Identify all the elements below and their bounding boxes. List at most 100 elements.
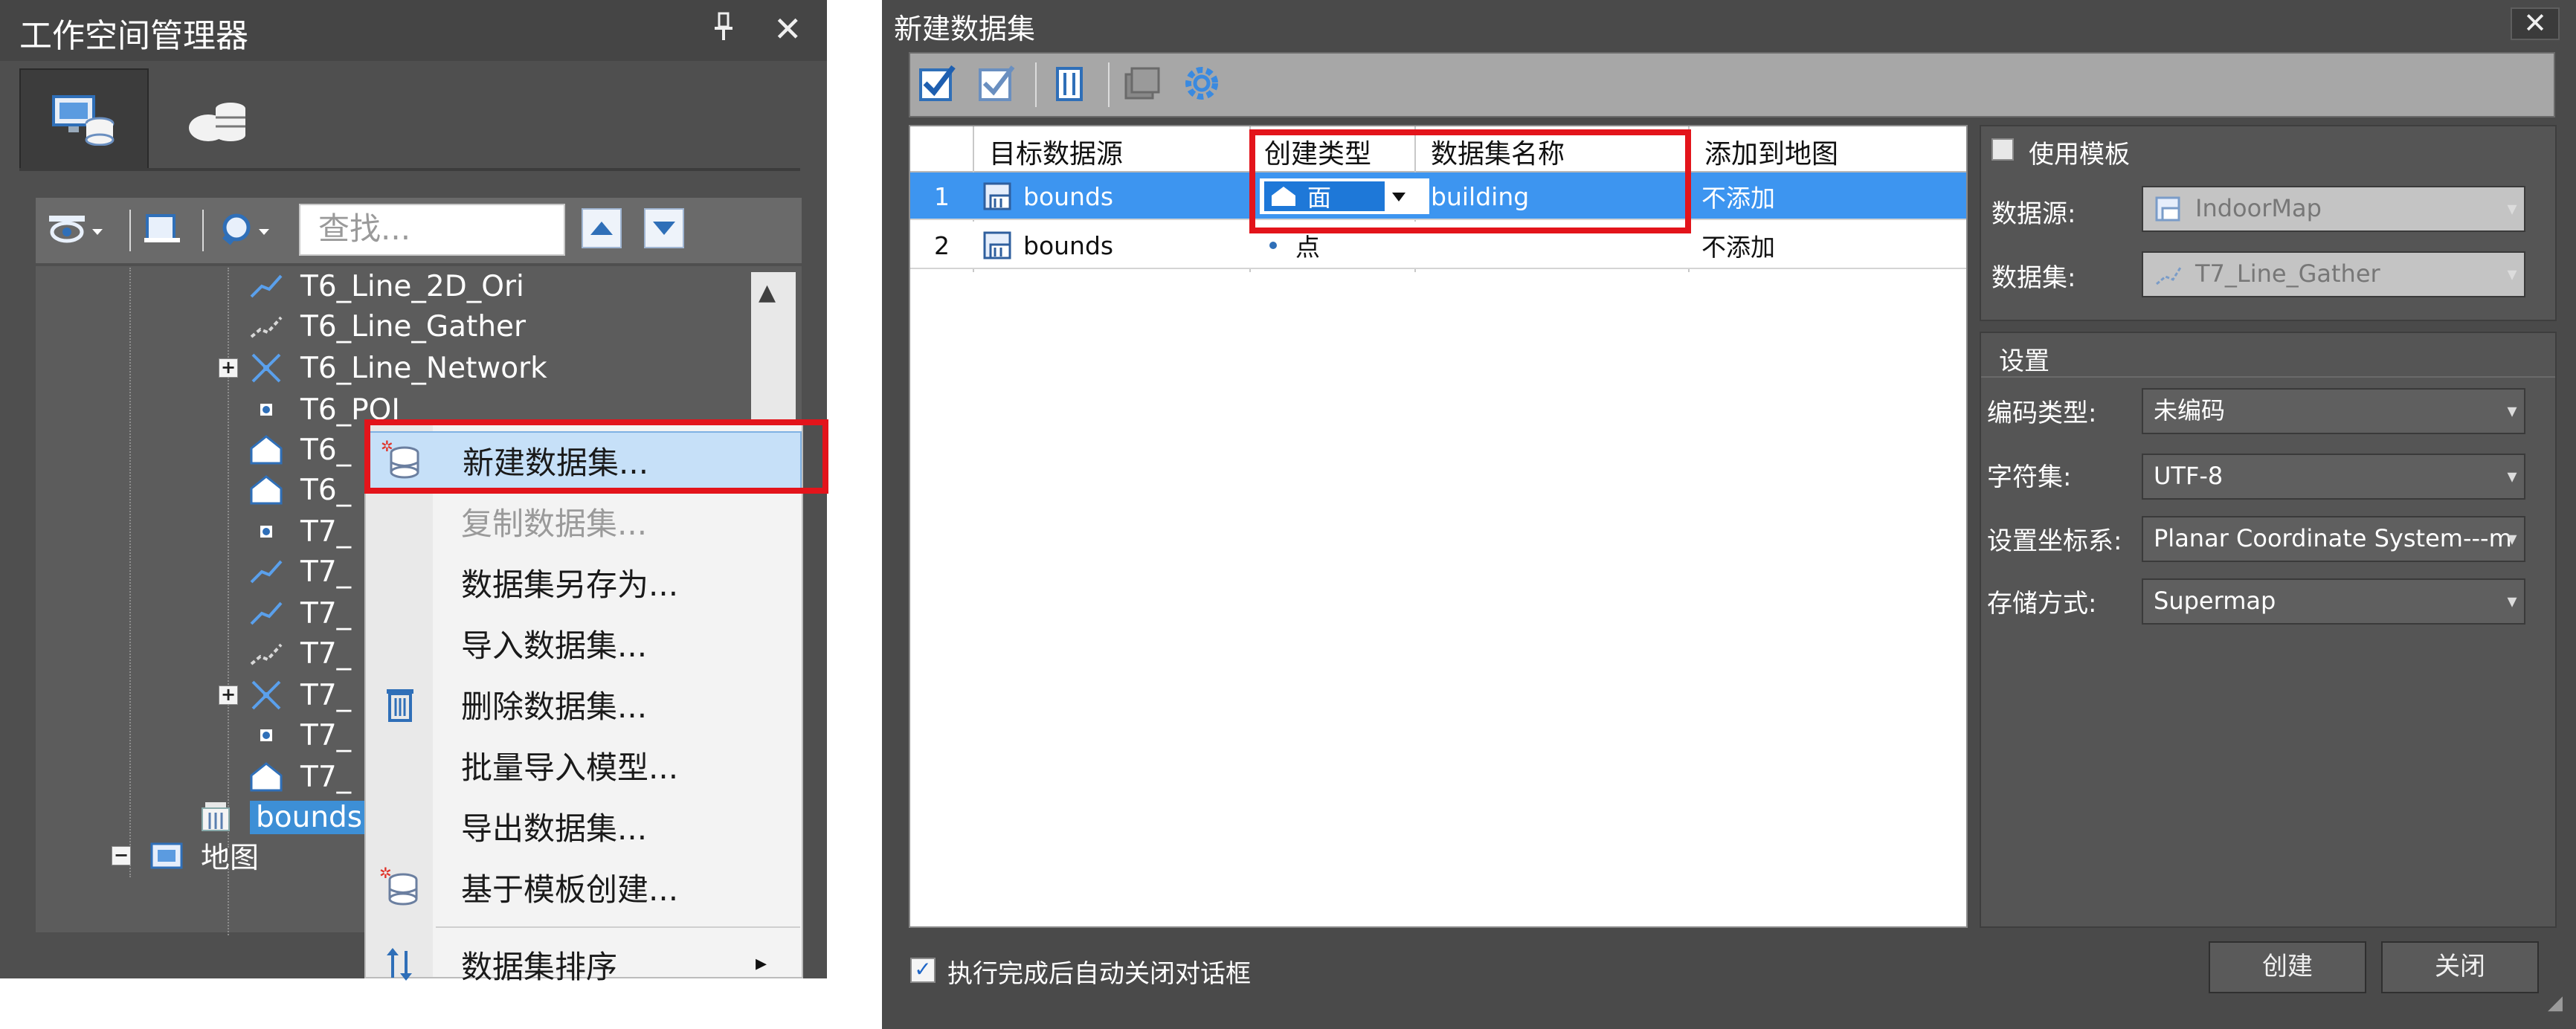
line-dataset-icon — [248, 597, 284, 630]
row-datasource: bounds — [1023, 181, 1114, 211]
coord-system-label: 设置坐标系: — [1987, 526, 2122, 556]
context-menu-item-label: 数据集另存为... — [461, 566, 679, 603]
context-menu-item-label: 复制数据集... — [461, 505, 648, 542]
tree-item-dataset[interactable]: T6_Line_2D_Ori — [248, 265, 524, 308]
context-menu-item[interactable]: 删除数据集... — [366, 675, 802, 733]
context-menu-item[interactable]: ✲ 基于模板创建... — [366, 858, 802, 916]
scroll-up-icon[interactable]: ▲ — [759, 280, 776, 306]
storage-select[interactable]: Supermap — [2142, 578, 2525, 625]
context-menu-item[interactable]: 数据集另存为... — [366, 553, 802, 611]
tree-guide-line — [228, 268, 229, 848]
expand-icon[interactable]: + — [219, 358, 238, 378]
search-dropdown-icon — [222, 213, 269, 245]
region-dataset-icon — [248, 474, 284, 506]
batch-set-button[interactable] — [1120, 61, 1165, 106]
row-add-to-map[interactable]: 不添加 — [1701, 172, 1775, 220]
tree-item-label: T6_ — [300, 433, 352, 467]
tree-item-dataset[interactable]: T6_ — [248, 428, 351, 471]
use-template-checkbox[interactable] — [1991, 138, 2014, 161]
search-input[interactable]: 查找... — [299, 204, 565, 256]
coord-system-dropdown-icon[interactable]: ▾ — [2497, 516, 2527, 562]
collapse-icon[interactable]: − — [112, 846, 131, 865]
tree-item-dataset[interactable]: T7_ — [248, 755, 351, 799]
tree-item-dataset[interactable]: T6_Line_Network — [248, 346, 547, 390]
search-options-button[interactable] — [216, 207, 283, 254]
tree-item-dataset[interactable]: T7_ — [248, 674, 351, 717]
tree-item-dataset[interactable]: T7_ — [248, 714, 351, 757]
autoclose-checkbox[interactable]: ✓ — [910, 958, 936, 983]
tree-item-label: T7_ — [300, 514, 352, 549]
header-add-to-map[interactable]: 添加到地图 — [1704, 132, 1838, 171]
datasource-icon — [2155, 196, 2180, 222]
charset-select[interactable]: UTF-8 — [2142, 454, 2525, 500]
header-target-datasource[interactable]: 目标数据源 — [989, 132, 1123, 171]
tree-item-dataset[interactable]: T7_ — [248, 592, 351, 635]
context-menu-item[interactable]: 批量导入模型... — [366, 736, 802, 794]
template-dataset-label: 数据集: — [1991, 263, 2076, 293]
tree-item-dataset[interactable]: T6_Line_Gather — [248, 305, 526, 348]
tab-datasource-stack[interactable] — [164, 68, 275, 170]
select-all-icon — [919, 65, 956, 101]
coord-system-field[interactable]: Planar Coordinate System---m — [2142, 516, 2525, 562]
encoding-dropdown-icon[interactable]: ▾ — [2497, 388, 2527, 434]
dialog-close-button[interactable]: ✕ — [2511, 7, 2560, 40]
tree-item-dataset[interactable]: T7_ — [248, 632, 351, 675]
context-menu-item-label: 数据集排序 — [461, 948, 618, 985]
tree-item-dataset[interactable]: T7_ — [248, 550, 351, 593]
tab-workspace-tree[interactable] — [19, 68, 149, 171]
invert-select-button[interactable] — [974, 61, 1019, 106]
context-menu-item-label: 批量导入模型... — [461, 749, 679, 786]
batch-edit-icon — [1124, 67, 1160, 100]
create-button[interactable]: 创建 — [2209, 941, 2366, 993]
settings-button[interactable] — [1179, 61, 1224, 106]
template-dataset-icon: ✲ — [379, 866, 421, 908]
locate-button[interactable] — [141, 207, 186, 254]
toolbar-separator — [1035, 62, 1037, 107]
region-dataset-icon — [248, 761, 284, 793]
tab-underline — [19, 168, 800, 171]
tree-item-label: T7_ — [300, 760, 352, 794]
highlight-box-type-name — [1249, 129, 1691, 233]
trash-icon — [379, 683, 421, 725]
template-datasource-field[interactable]: IndoorMap — [2142, 186, 2525, 232]
line-dataset-icon — [248, 270, 284, 303]
row-add-to-map[interactable]: 不添加 — [1701, 222, 1775, 269]
tree-guide-line — [228, 868, 229, 935]
search-next-button[interactable] — [644, 208, 684, 248]
template-dataset-dropdown-icon[interactable]: ▾ — [2497, 251, 2527, 297]
encoding-select[interactable]: 未编码 — [2142, 388, 2525, 434]
tree-item-dataset[interactable]: T6_ — [248, 468, 351, 512]
tree-item-label: 地图 — [201, 842, 260, 875]
tree-item-dataset[interactable]: T7_ — [248, 510, 351, 553]
search-prev-button[interactable] — [582, 208, 622, 248]
close-icon[interactable]: ✕ — [773, 9, 802, 49]
context-menu-item[interactable]: 导出数据集... — [366, 797, 802, 855]
charset-dropdown-icon[interactable]: ▾ — [2497, 454, 2527, 500]
context-menu-item[interactable]: 导入数据集... — [366, 614, 802, 672]
tree-item-maps[interactable]: 地图 — [149, 834, 259, 877]
settings-group-divider — [1981, 376, 2555, 378]
network-dataset-icon — [248, 679, 284, 712]
context-menu-item[interactable]: 数据集排序 — [366, 935, 802, 993]
gather-line-dataset-icon — [248, 637, 284, 670]
datasource-icon — [982, 222, 1016, 269]
tree-item-label: T6_Line_Gather — [300, 309, 527, 343]
view-filter-button[interactable] — [49, 207, 109, 254]
select-all-button[interactable] — [915, 61, 959, 106]
triangle-down-icon — [653, 222, 675, 235]
context-menu-item-label: 导入数据集... — [461, 627, 648, 664]
encoding-label: 编码类型: — [1987, 399, 2097, 428]
workspace-computer-icon — [52, 95, 115, 146]
datasource-icon — [982, 172, 1016, 220]
close-button[interactable]: 关闭 — [2381, 941, 2539, 993]
storage-dropdown-icon[interactable]: ▾ — [2497, 578, 2527, 625]
expand-icon[interactable]: + — [219, 686, 238, 705]
autoclose-label: 执行完成后自动关闭对话框 — [947, 959, 1251, 989]
template-dataset-field[interactable]: T7_Line_Gather — [2142, 251, 2525, 297]
resize-grip-icon[interactable]: ◢ — [2548, 992, 2563, 1014]
delete-row-button[interactable] — [1047, 61, 1092, 106]
tree-item-label: T7_ — [300, 596, 352, 630]
template-datasource-dropdown-icon[interactable]: ▾ — [2497, 186, 2527, 232]
tree-item-datasource[interactable]: bounds — [198, 796, 369, 839]
pin-icon[interactable] — [712, 12, 735, 49]
